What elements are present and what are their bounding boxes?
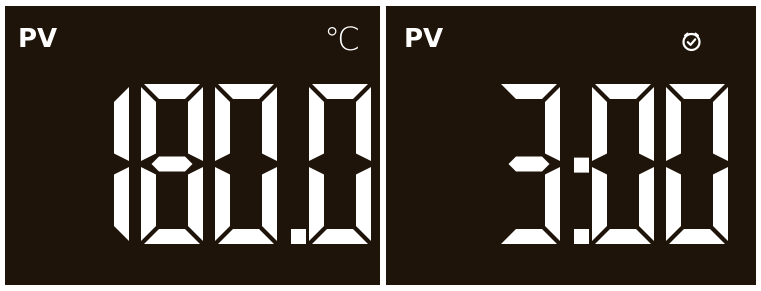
digit-0-segment-d	[669, 229, 725, 244]
digit-0-segment-c	[713, 167, 728, 241]
decimal-point	[291, 229, 306, 244]
digit-3-segment-b	[545, 87, 560, 161]
digit-0-segment-b	[639, 87, 654, 161]
digit-0-segment-b	[713, 87, 728, 161]
digit-0-segment-d	[312, 229, 368, 244]
digit-8-segment-a	[144, 84, 200, 99]
digit-0-segment-d	[595, 229, 651, 244]
timer-readout	[501, 84, 728, 244]
digit-0-segment-e	[592, 167, 607, 241]
digit-1-segment-b	[114, 87, 129, 161]
digit-0-segment-e	[666, 167, 681, 241]
digit-0-segment-e	[215, 167, 230, 241]
digit-0-segment-a	[218, 84, 274, 99]
digit-0-segment-a	[669, 84, 725, 99]
timer-display: PV	[386, 6, 756, 285]
digit-3-segment-a	[501, 84, 557, 99]
digit-0-segment-f	[215, 87, 230, 161]
digit-8-segment-f	[141, 87, 156, 161]
digit-8-segment-g	[151, 156, 193, 172]
digit-0-segment-f	[592, 87, 607, 161]
digit-8-segment-e	[141, 167, 156, 241]
colon-dot	[574, 157, 589, 173]
digit-0-segment-a	[595, 84, 651, 99]
digit-0-segment-f	[666, 87, 681, 161]
digit-1-segment-c	[114, 167, 129, 241]
colon-dot	[574, 229, 589, 244]
digit-0-segment-c	[356, 167, 371, 241]
digit-0-segment-c	[639, 167, 654, 241]
digit-3-segment-c	[545, 167, 560, 241]
digit-0-segment-a	[312, 84, 368, 99]
digit-0-segment-e	[309, 167, 324, 241]
digit-3-segment-d	[501, 229, 557, 244]
digit-0-segment-f	[309, 87, 324, 161]
temperature-display: PV ℃	[5, 6, 380, 285]
digit-0-segment-b	[356, 87, 371, 161]
digit-0-segment-c	[262, 167, 277, 241]
digit-8-segment-d	[144, 229, 200, 244]
digit-0-segment-b	[262, 87, 277, 161]
temperature-readout	[114, 84, 371, 244]
digit-8-segment-c	[188, 167, 203, 241]
digit-0-segment-d	[218, 229, 274, 244]
digit-8-segment-b	[188, 87, 203, 161]
digit-3-segment-g	[508, 156, 550, 172]
